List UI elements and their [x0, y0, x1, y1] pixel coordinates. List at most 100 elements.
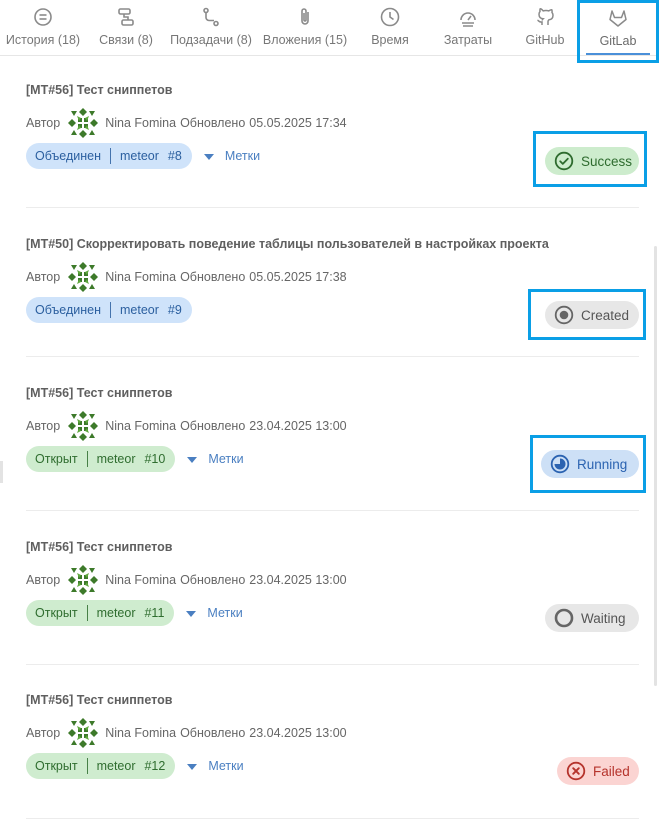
tab-history-label: История (18): [5, 33, 81, 47]
updated-timestamp: 23.04.2025 13:00: [249, 573, 347, 587]
updated-timestamp: 23.04.2025 13:00: [249, 726, 347, 740]
merge-request-meta: Автор Nina Fomina Обновлено 05.05.2025 17:…: [26, 260, 347, 294]
merge-request-chips: Открыт meteor #11 Метки: [26, 600, 243, 626]
updated-timestamp: 05.05.2025 17:34: [249, 116, 347, 130]
tab-links-label: Связи (8): [99, 33, 153, 47]
chip-separator: [86, 451, 88, 467]
history-icon: [32, 6, 54, 28]
merge-request-title[interactable]: [MT#56] Тест сниппетов: [26, 386, 639, 400]
status-highlight-box: [528, 289, 646, 340]
merge-request-title[interactable]: [MT#56] Тест сниппетов: [26, 83, 639, 97]
github-icon: [534, 6, 556, 28]
merge-request-meta: Автор Nina Fomina Обновлено 23.04.2025 13:…: [26, 563, 347, 597]
pipeline-status-badge[interactable]: Waiting: [545, 604, 639, 632]
merge-request-title[interactable]: [MT#56] Тест сниппетов: [26, 693, 639, 707]
tab-time-label: Время: [371, 33, 409, 47]
avatar[interactable]: [66, 260, 101, 294]
state-label: Объединен: [35, 149, 101, 163]
merge-request-number: #8: [167, 149, 182, 163]
merge-request-item: [MT#56] Тест сниппетов Автор Nina Fomina О…: [26, 693, 639, 788]
caret-down-icon: [186, 611, 197, 617]
merge-request-title[interactable]: [MT#56] Тест сниппетов: [26, 540, 639, 554]
tab-subtasks[interactable]: Подзадачи (8): [166, 0, 256, 56]
links-icon: [115, 6, 137, 28]
status-highlight-box: [533, 131, 647, 187]
state-chip[interactable]: Открыт meteor #12: [26, 753, 176, 779]
status-label: Failed: [593, 763, 630, 779]
list-divider: [26, 207, 639, 208]
avatar[interactable]: [66, 716, 101, 750]
author-name[interactable]: Nina Fomina: [105, 726, 176, 740]
merge-request-chips: Объединен meteor #9: [26, 297, 192, 323]
chip-separator: [110, 302, 111, 318]
tab-links[interactable]: Связи (8): [93, 0, 159, 56]
author-label: Автор: [26, 726, 61, 740]
state-label: Объединен: [35, 303, 101, 317]
failed-status-icon: [566, 761, 586, 781]
branch-name: meteor: [96, 606, 136, 620]
waiting-status-icon: [554, 608, 574, 628]
avatar[interactable]: [66, 409, 101, 443]
chip-separator: [86, 758, 88, 774]
tab-attachments[interactable]: Вложения (15): [259, 0, 351, 56]
merge-request-number: #12: [144, 759, 166, 773]
tab-github[interactable]: GitHub: [514, 0, 576, 56]
labels-toggle[interactable]: Метки: [187, 759, 244, 773]
branch-name: meteor: [96, 759, 136, 773]
tab-costs-label: Затраты: [443, 33, 493, 47]
tab-gitlab-label: GitLab: [599, 34, 637, 48]
merge-request-number: #10: [144, 452, 166, 466]
chip-separator: [110, 148, 111, 164]
state-chip[interactable]: Объединен meteor #9: [26, 297, 192, 323]
updated-label: Обновлено: [180, 116, 246, 130]
side-handle[interactable]: [0, 461, 3, 483]
list-divider: [26, 356, 639, 357]
state-label: Открыт: [35, 452, 78, 466]
updated-label: Обновлено: [180, 270, 246, 284]
labels-label: Метки: [207, 606, 243, 620]
merge-request-meta: Автор Nina Fomina Обновлено 05.05.2025 17:…: [26, 106, 347, 140]
gitlab-icon: [607, 7, 629, 29]
merge-request-chips: Открыт meteor #10 Метки: [26, 446, 244, 472]
merge-request-meta: Автор Nina Fomina Обновлено 23.04.2025 13:…: [26, 716, 347, 750]
avatar[interactable]: [66, 563, 101, 597]
tab-attachments-label: Вложения (15): [262, 33, 348, 47]
author-name[interactable]: Nina Fomina: [105, 270, 176, 284]
tab-costs[interactable]: Затраты: [434, 0, 502, 56]
updated-label: Обновлено: [180, 419, 246, 433]
branch-name: meteor: [120, 303, 159, 317]
avatar[interactable]: [66, 106, 101, 140]
pipeline-status-badge[interactable]: Failed: [557, 757, 639, 785]
updated-label: Обновлено: [180, 726, 246, 740]
scrollbar[interactable]: [654, 246, 657, 686]
labels-toggle[interactable]: Метки: [203, 149, 260, 163]
merge-request-title[interactable]: [MT#50] Скорректировать поведение таблиц…: [26, 237, 639, 251]
tab-time[interactable]: Время: [360, 0, 420, 56]
tab-subtasks-label: Подзадачи (8): [170, 33, 252, 47]
tab-gitlab[interactable]: GitLab: [577, 0, 659, 63]
labels-toggle[interactable]: Метки: [187, 452, 244, 466]
caret-down-icon: [187, 764, 198, 770]
state-chip[interactable]: Объединен meteor #8: [26, 143, 192, 169]
author-name[interactable]: Nina Fomina: [105, 573, 176, 587]
state-chip[interactable]: Открыт meteor #11: [26, 600, 175, 626]
state-label: Открыт: [35, 759, 78, 773]
labels-label: Метки: [208, 759, 244, 773]
state-chip[interactable]: Открыт meteor #10: [26, 446, 176, 472]
labels-toggle[interactable]: Метки: [186, 606, 243, 620]
updated-label: Обновлено: [180, 573, 246, 587]
caret-down-icon: [187, 457, 198, 463]
author-name[interactable]: Nina Fomina: [105, 419, 176, 433]
merge-request-meta: Автор Nina Fomina Обновлено 23.04.2025 13:…: [26, 409, 347, 443]
status-label: Waiting: [581, 610, 626, 626]
author-label: Автор: [26, 419, 61, 433]
author-name[interactable]: Nina Fomina: [105, 116, 176, 130]
author-label: Автор: [26, 270, 61, 284]
tab-github-label: GitHub: [525, 33, 565, 47]
chip-separator: [86, 605, 88, 621]
list-divider: [26, 664, 639, 665]
caret-down-icon: [203, 154, 214, 160]
labels-label: Метки: [208, 452, 244, 466]
merge-request-number: #9: [167, 303, 182, 317]
tab-history[interactable]: История (18): [0, 0, 86, 56]
